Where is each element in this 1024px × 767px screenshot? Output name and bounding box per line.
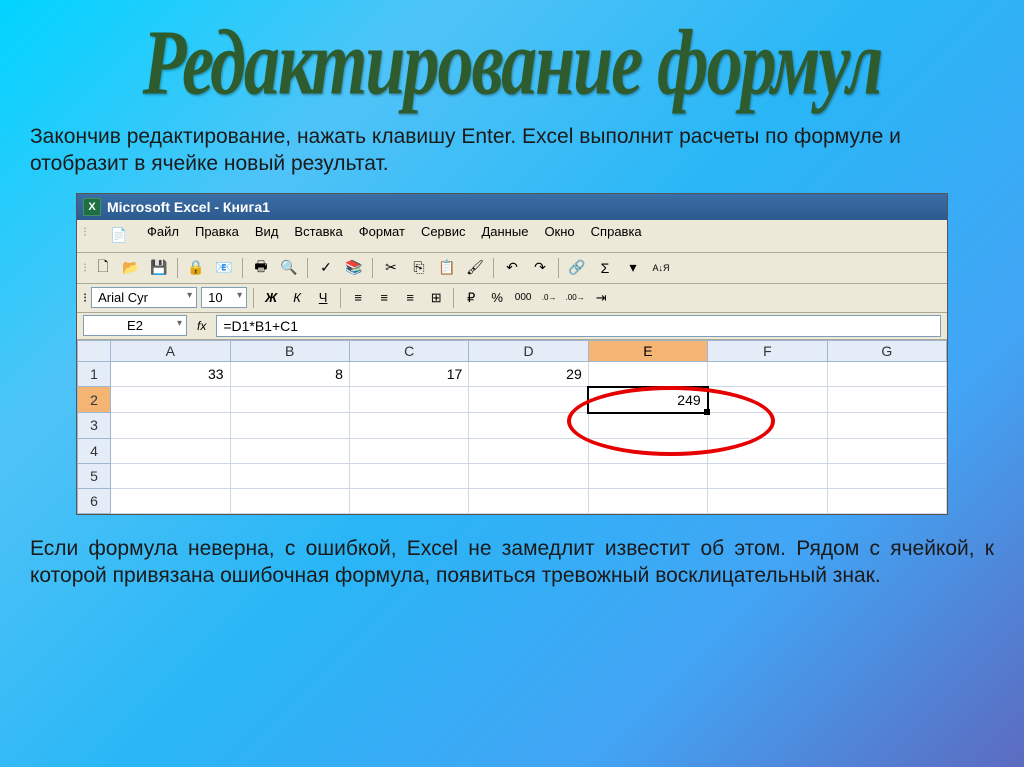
bold-button[interactable]: Ж [260, 287, 282, 309]
col-header-e[interactable]: E [588, 340, 707, 361]
decrease-decimal-icon[interactable]: .00→ [564, 287, 586, 309]
menu-view[interactable]: Вид [255, 224, 279, 248]
col-header-d[interactable]: D [469, 340, 588, 361]
menu-service[interactable]: Сервис [421, 224, 466, 248]
row-header-4[interactable]: 4 [78, 438, 111, 463]
paste-icon[interactable]: 📋 [435, 256, 459, 280]
menu-window[interactable]: Окно [544, 224, 574, 248]
menu-edit[interactable]: Правка [195, 224, 239, 248]
cell-e2[interactable]: 249 [588, 387, 707, 413]
font-select[interactable]: Arial Cyr [91, 287, 197, 308]
increase-decimal-icon[interactable]: .0→ [538, 287, 560, 309]
cell-g2[interactable] [827, 387, 946, 413]
cell-c2[interactable] [349, 387, 468, 413]
font-size-select[interactable]: 10 [201, 287, 247, 308]
currency-icon[interactable]: ₽ [460, 287, 482, 309]
col-header-f[interactable]: F [708, 340, 827, 361]
cell-f1[interactable] [708, 361, 827, 387]
name-box[interactable]: E2 [83, 315, 187, 336]
cell-e1[interactable] [588, 361, 707, 387]
menu-file[interactable]: Файл [147, 224, 179, 248]
italic-button[interactable]: К [286, 287, 308, 309]
save-icon[interactable]: 💾 [147, 256, 171, 280]
cell-a2[interactable] [111, 387, 230, 413]
col-header-b[interactable]: B [230, 340, 349, 361]
standard-toolbar: ⁝ 🗋 📂 💾 🔒 📧 🖶 🔍 ✓ 📚 ✂ ⎘ 📋 🖌 ↶ ↷ 🔗 Σ ▾ А↓… [77, 253, 947, 284]
thousands-icon[interactable]: 000 [512, 287, 534, 309]
row-header-3[interactable]: 3 [78, 413, 111, 439]
footer-text: Если формула неверна, с ошибкой, Excel н… [0, 515, 1024, 605]
menu-insert[interactable]: Вставка [294, 224, 342, 248]
indent-icon[interactable]: ⇥ [590, 287, 612, 309]
formula-bar: E2 fx =D1*B1+C1 [77, 313, 947, 340]
col-header-a[interactable]: A [111, 340, 230, 361]
percent-icon[interactable]: % [486, 287, 508, 309]
spreadsheet-grid[interactable]: A B C D E F G 1 33 8 17 29 2 [77, 340, 947, 514]
redo-icon[interactable]: ↷ [528, 256, 552, 280]
align-center-icon[interactable]: ≡ [373, 287, 395, 309]
menu-bar: ⁝ 📄 Файл Правка Вид Вставка Формат Серви… [77, 220, 947, 253]
sort-icon[interactable]: А↓Я [649, 256, 673, 280]
cell-b1[interactable]: 8 [230, 361, 349, 387]
copy-icon[interactable]: ⎘ [407, 256, 431, 280]
undo-icon[interactable]: ↶ [500, 256, 524, 280]
col-header-g[interactable]: G [827, 340, 946, 361]
cut-icon[interactable]: ✂ [379, 256, 403, 280]
row-header-6[interactable]: 6 [78, 488, 111, 513]
row-header-5[interactable]: 5 [78, 463, 111, 488]
menu-help[interactable]: Справка [591, 224, 642, 248]
cell-b2[interactable] [230, 387, 349, 413]
cell-a1[interactable]: 33 [111, 361, 230, 387]
underline-button[interactable]: Ч [312, 287, 334, 309]
menu-data[interactable]: Данные [481, 224, 528, 248]
excel-window: X Microsoft Excel - Книга1 ⁝ 📄 Файл Прав… [76, 193, 948, 515]
excel-app-icon: X [83, 198, 101, 216]
cell-g1[interactable] [827, 361, 946, 387]
select-all-corner[interactable] [78, 340, 111, 361]
preview-icon[interactable]: 🔍 [277, 256, 301, 280]
print-icon[interactable]: 🖶 [249, 256, 273, 280]
permission-icon[interactable]: 🔒 [184, 256, 208, 280]
cell-c1[interactable]: 17 [349, 361, 468, 387]
window-title: Microsoft Excel - Книга1 [107, 199, 270, 215]
fx-icon[interactable]: fx [197, 319, 206, 333]
formula-input[interactable]: =D1*B1+C1 [216, 315, 941, 337]
row-header-2[interactable]: 2 [78, 387, 111, 413]
cell-d2[interactable] [469, 387, 588, 413]
hyperlink-icon[interactable]: 🔗 [565, 256, 589, 280]
cell-d1[interactable]: 29 [469, 361, 588, 387]
workbook-icon[interactable]: 📄 [107, 224, 131, 248]
slide-title: Редактирование формул [0, 0, 1024, 130]
chevron-down-icon[interactable]: ▾ [621, 256, 645, 280]
new-icon[interactable]: 🗋 [91, 256, 115, 280]
col-header-c[interactable]: C [349, 340, 468, 361]
align-right-icon[interactable]: ≡ [399, 287, 421, 309]
formatting-toolbar: ⁝ Arial Cyr 10 Ж К Ч ≡ ≡ ≡ ⊞ ₽ % 000 .0→… [77, 284, 947, 313]
research-icon[interactable]: 📚 [342, 256, 366, 280]
row-header-1[interactable]: 1 [78, 361, 111, 387]
menu-format[interactable]: Формат [359, 224, 405, 248]
merge-icon[interactable]: ⊞ [425, 287, 447, 309]
mail-icon[interactable]: 📧 [212, 256, 236, 280]
title-bar: X Microsoft Excel - Книга1 [77, 194, 947, 220]
format-painter-icon[interactable]: 🖌 [463, 256, 487, 280]
spellcheck-icon[interactable]: ✓ [314, 256, 338, 280]
autosum-icon[interactable]: Σ [593, 256, 617, 280]
align-left-icon[interactable]: ≡ [347, 287, 369, 309]
cell-f2[interactable] [708, 387, 827, 413]
open-icon[interactable]: 📂 [119, 256, 143, 280]
